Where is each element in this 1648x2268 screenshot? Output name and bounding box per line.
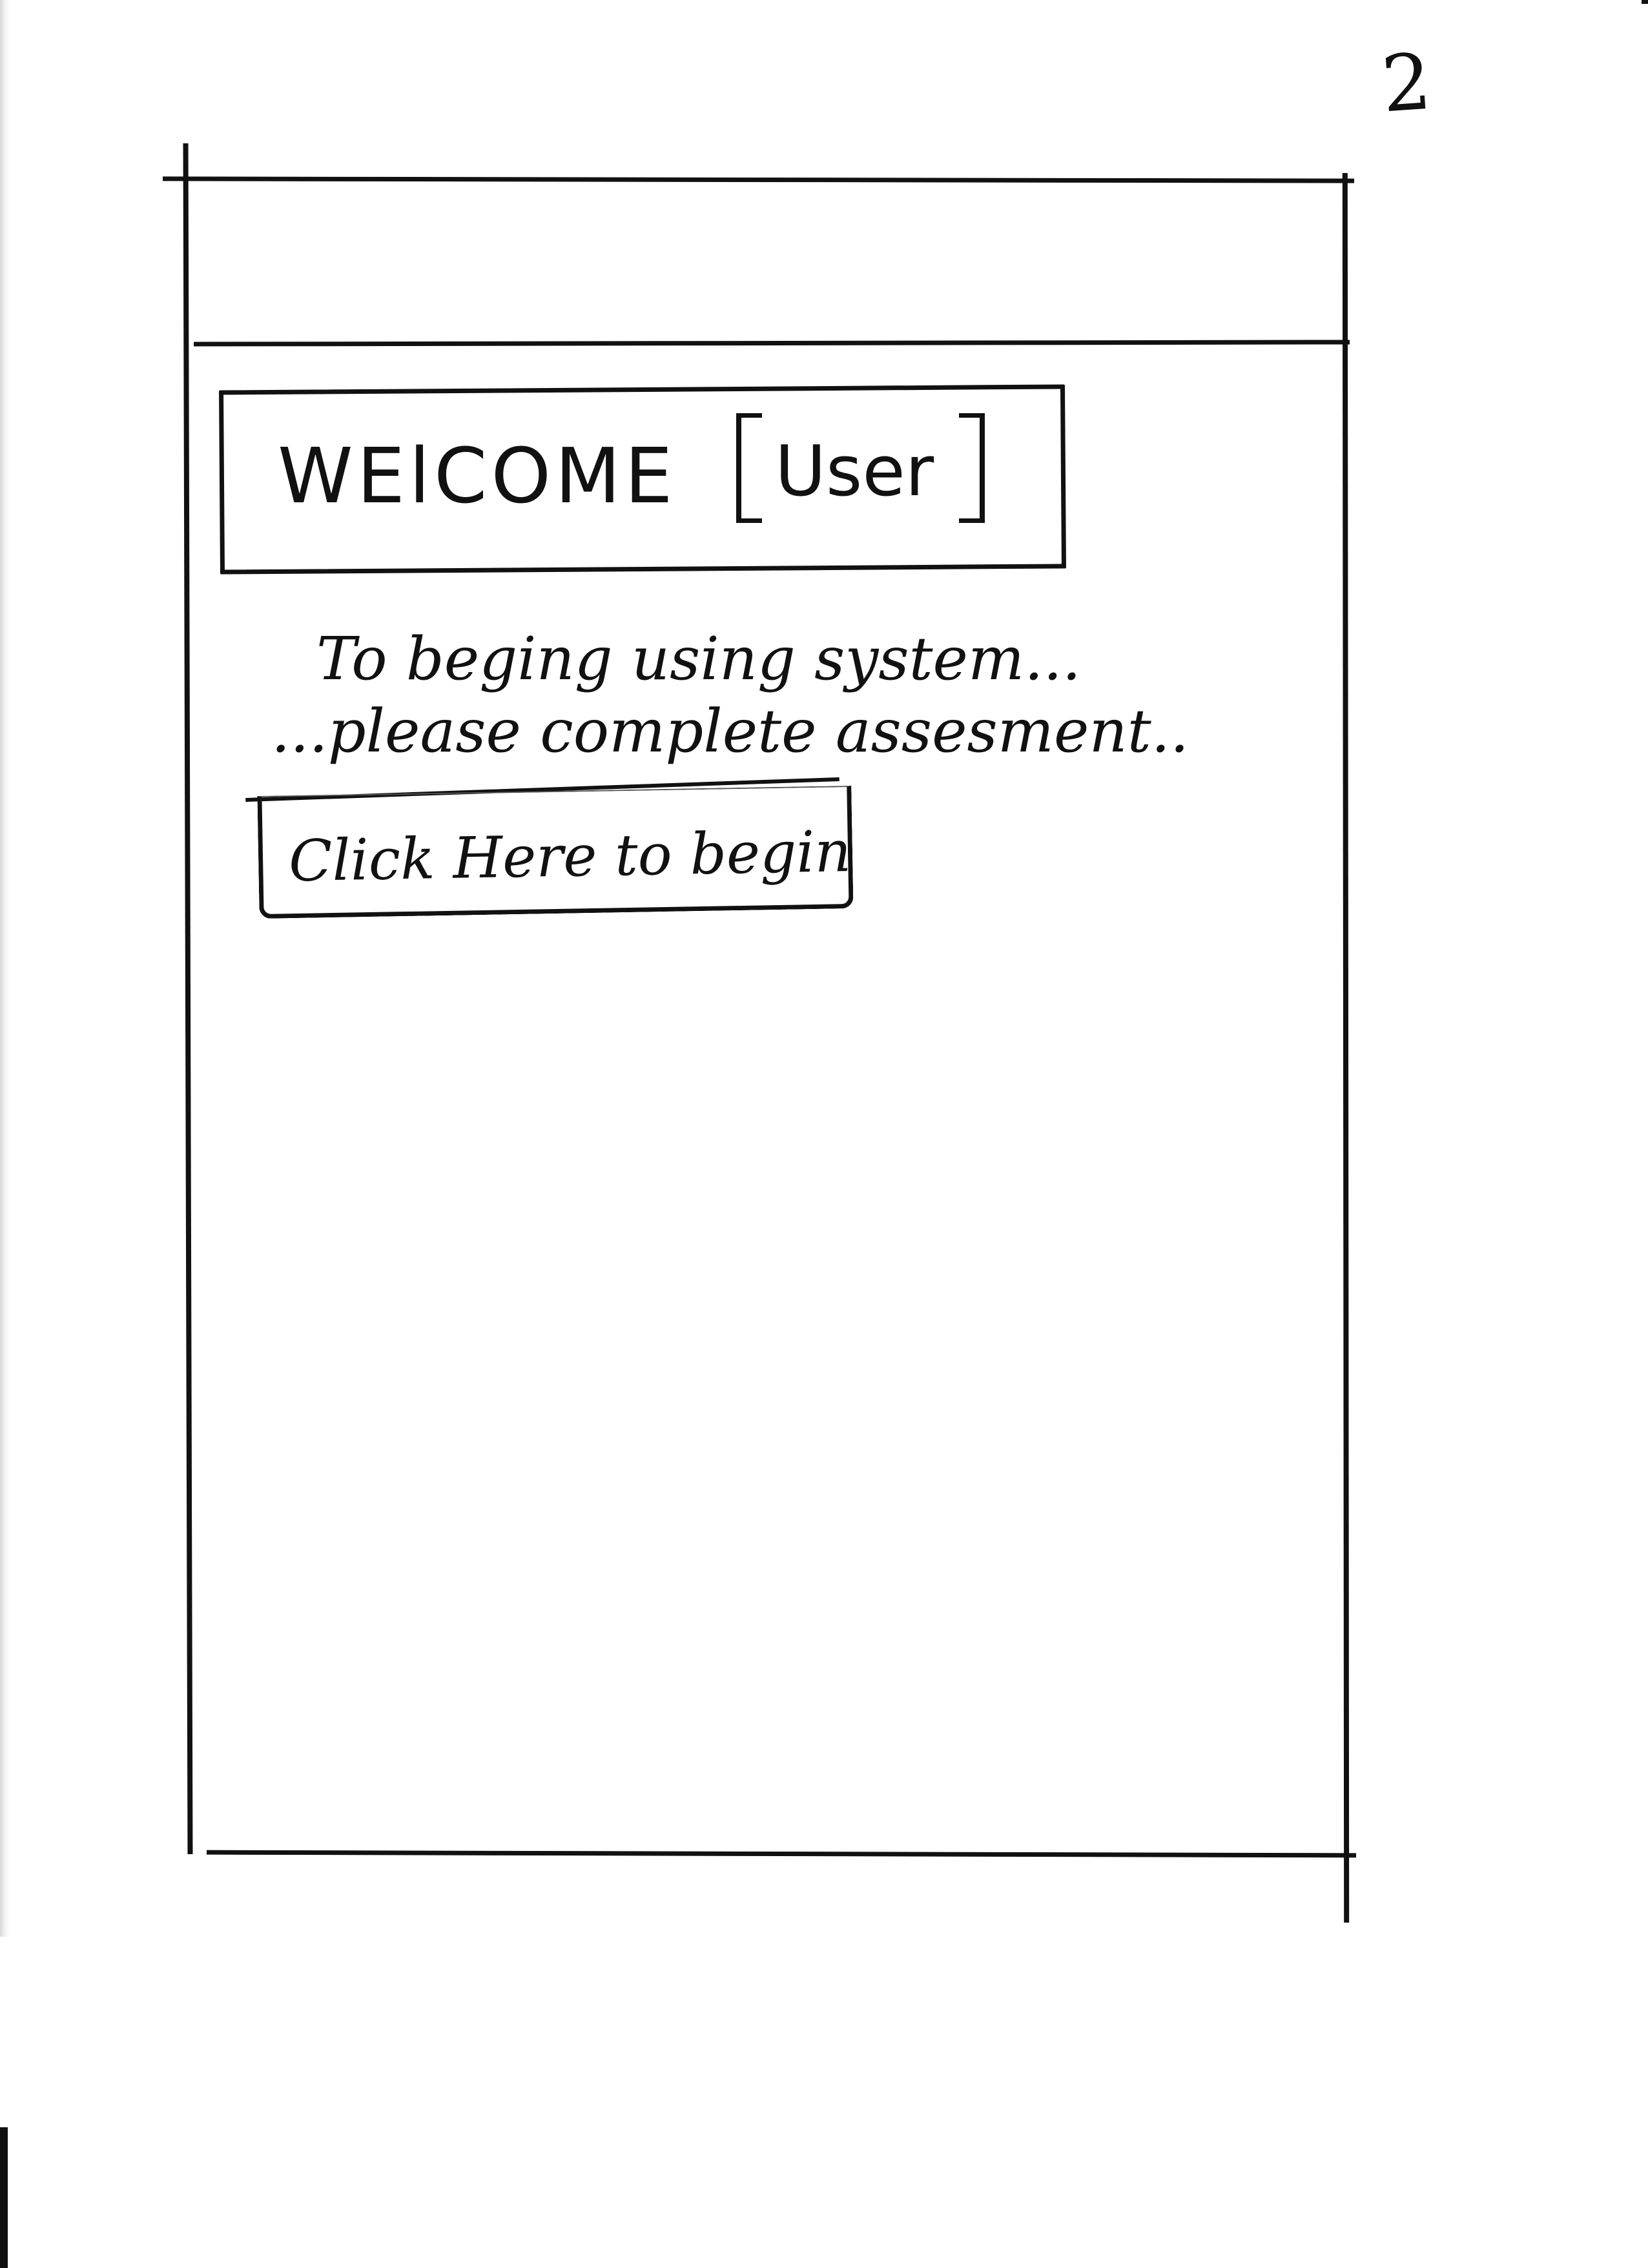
frame-bottom-border xyxy=(206,1850,1357,1858)
frame-header-divider xyxy=(193,340,1350,347)
begin-assessment-button-label: Click Here to begin xyxy=(288,818,852,895)
left-bracket xyxy=(736,413,762,523)
user-name-placeholder: User xyxy=(736,413,985,523)
page-number: 2 xyxy=(1379,37,1435,130)
instructions-line-1: To beging using system... xyxy=(316,624,1081,693)
frame-left-border xyxy=(183,143,193,1855)
begin-assessment-button[interactable]: Click Here to begin xyxy=(257,785,854,919)
right-bracket xyxy=(959,413,985,523)
scan-edge-left xyxy=(0,0,9,1937)
instructions-line-2: ...please complete assesment.. xyxy=(271,697,1190,766)
frame-right-border xyxy=(1342,172,1350,1923)
scan-artifact-tick xyxy=(1642,0,1648,4)
instructions-text: To beging using system... ...please comp… xyxy=(271,623,1189,768)
user-name-label: User xyxy=(775,431,934,512)
welcome-title: WElCOME xyxy=(278,431,677,520)
scan-artifact-bar xyxy=(0,2127,8,2268)
frame-top-border xyxy=(162,176,1355,183)
